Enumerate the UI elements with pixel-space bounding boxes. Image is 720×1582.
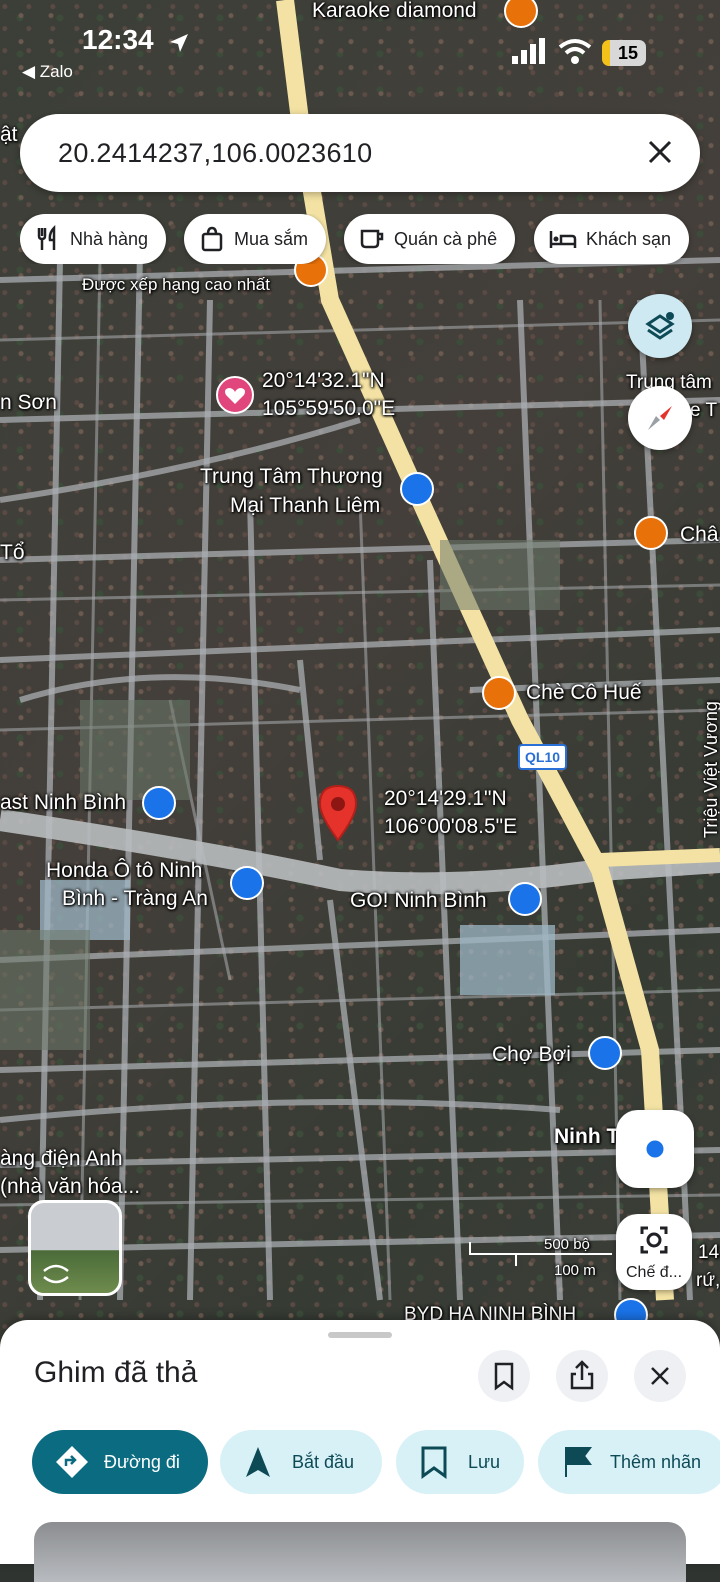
- cart-pin-icon[interactable]: [508, 882, 542, 916]
- layers-icon: [645, 312, 675, 340]
- search-bar[interactable]: 20.2414237,106.0023610: [20, 114, 700, 192]
- action-label: Thêm nhãn: [610, 1451, 702, 1472]
- map-label-nha-van-hoa: (nhà văn hóa...: [0, 1175, 141, 1198]
- action-label: Lưu: [468, 1451, 501, 1472]
- layers-button[interactable]: [628, 294, 692, 358]
- save-button[interactable]: [478, 1350, 530, 1402]
- share-icon: [570, 1360, 594, 1390]
- add-label-button[interactable]: Thêm nhãn: [538, 1430, 720, 1494]
- navigation-arrow-icon: [246, 1447, 270, 1477]
- lens-icon: [640, 1226, 668, 1254]
- poi-honda-label-1[interactable]: Honda Ô tô Ninh: [46, 858, 202, 884]
- map-label-tru: rứ,: [696, 1270, 720, 1291]
- close-sheet-button[interactable]: [634, 1350, 686, 1402]
- location-arrow-icon: [170, 34, 188, 52]
- chip-label: Nhà hàng: [70, 228, 149, 249]
- poi-cho-boi-label[interactable]: Chợ Bợi: [492, 1042, 571, 1068]
- bed-icon: [549, 231, 577, 248]
- shopping-pin-icon[interactable]: [142, 786, 176, 820]
- map-label-edge: ật: [0, 123, 18, 146]
- cart-pin-icon[interactable]: [588, 1036, 622, 1070]
- map-label-cha: Châ: [680, 523, 719, 546]
- map-label-to: Tổ: [0, 541, 25, 564]
- action-label: Đường đi: [104, 1451, 180, 1472]
- directions-button[interactable]: Đường đi: [32, 1430, 208, 1494]
- battery-indicator: 15: [602, 40, 646, 66]
- chip-label: Khách sạn: [586, 228, 672, 249]
- poi-mall-label-1[interactable]: Trung Tâm Thương: [200, 464, 383, 490]
- chip-hotels[interactable]: Khách sạn: [534, 214, 690, 264]
- close-icon: [651, 1367, 669, 1385]
- chip-restaurants[interactable]: Nhà hàng: [20, 214, 167, 264]
- map-label-ninh: Ninh T: [554, 1125, 620, 1148]
- flag-icon: [565, 1447, 592, 1477]
- map-label-trung-tam-2: e T: [690, 400, 718, 421]
- chip-coffee[interactable]: Quán cà phê: [344, 214, 516, 264]
- camera-mode-button[interactable]: Chế đ...: [616, 1214, 692, 1290]
- map-label-ninh-binh: ast Ninh Bình: [0, 791, 127, 814]
- map-label-141: 141: [698, 1242, 720, 1263]
- poi-che-co-hue-label[interactable]: Chè Cô Huế: [526, 680, 642, 706]
- restaurant-pin-icon[interactable]: [482, 676, 516, 710]
- pin-coord-lon: 106°00'08.5"E: [384, 815, 518, 838]
- sheet-title: Ghim đã thả: [34, 1356, 198, 1389]
- bookmark-icon: [494, 1362, 514, 1391]
- back-to-zalo[interactable]: ◀ Zalo: [22, 62, 73, 82]
- chip-label: Mua sắm: [234, 228, 309, 249]
- wifi-icon: [558, 39, 592, 64]
- scale-ft: 500 bộ: [544, 1236, 590, 1253]
- cellular-signal-icon: [512, 38, 545, 64]
- fork-knife-icon: [37, 225, 56, 250]
- poi-karaoke-label[interactable]: Karaoke diamond: [312, 0, 477, 24]
- chip-shopping[interactable]: Mua sắm: [184, 214, 327, 264]
- street-label: Triệu Việt Vương: [701, 701, 720, 838]
- saved-heart-pin-icon[interactable]: [216, 376, 254, 414]
- street-view-thumbnail[interactable]: [28, 1200, 122, 1296]
- poi-honda-label-2[interactable]: Bình - Tràng An: [62, 886, 208, 912]
- directions-icon: [56, 1446, 88, 1478]
- category-chips: Nhà hàng Mua sắm Quán cà phê Khách sạn: [20, 214, 720, 264]
- place-sheet[interactable]: Ghim đã thả Đường đi Bắt đầu Lưu Thêm nh…: [0, 1320, 720, 1582]
- chip-label: Quán cà phê: [394, 228, 498, 249]
- poi-go-label[interactable]: GO! Ninh Bình: [350, 888, 487, 914]
- bookmark-icon: [421, 1446, 447, 1479]
- compass-icon: [648, 406, 672, 430]
- clear-search-icon[interactable]: [644, 136, 676, 168]
- shopping-pin-icon[interactable]: [400, 472, 434, 506]
- place-photo[interactable]: [34, 1522, 686, 1582]
- action-label: Bắt đầu: [292, 1451, 355, 1472]
- clock: 12:34: [82, 24, 154, 55]
- shopping-bag-icon: [201, 226, 223, 252]
- pin-coord-lat: 20°14'29.1"N: [384, 787, 507, 810]
- scale-m: 100 m: [554, 1262, 596, 1279]
- share-button[interactable]: [556, 1350, 608, 1402]
- camera-mode-label: Chế đ...: [625, 1264, 683, 1281]
- my-location-button[interactable]: [616, 1110, 694, 1188]
- rotate-360-icon: [43, 1264, 69, 1284]
- saved-coord-lat: 20°14'32.1"N: [262, 369, 385, 392]
- compass-button[interactable]: [628, 386, 692, 450]
- poi-mall-label-2[interactable]: Mại Thanh Liêm: [230, 493, 380, 519]
- start-button[interactable]: Bắt đầu: [220, 1430, 382, 1494]
- sheet-drag-handle[interactable]: [328, 1332, 392, 1338]
- saved-coord-lon: 105°59'50.0"E: [262, 397, 396, 420]
- dropped-pin-icon[interactable]: [316, 784, 360, 842]
- top-rated-label: Được xếp hạng cao nhất: [82, 275, 270, 294]
- coffee-cup-icon: [360, 229, 384, 249]
- search-query[interactable]: 20.2414237,106.0023610: [58, 138, 372, 169]
- shopping-pin-icon[interactable]: [230, 866, 264, 900]
- map-label-dien-anh: àng điện Anh: [0, 1147, 123, 1170]
- save-action-button[interactable]: Lưu: [396, 1430, 524, 1494]
- my-location-dot-icon: [643, 1137, 667, 1161]
- map-label-son: n Sơn: [0, 391, 57, 414]
- highway-shield: QL10: [518, 744, 568, 770]
- restaurant-pin-icon[interactable]: [634, 516, 668, 550]
